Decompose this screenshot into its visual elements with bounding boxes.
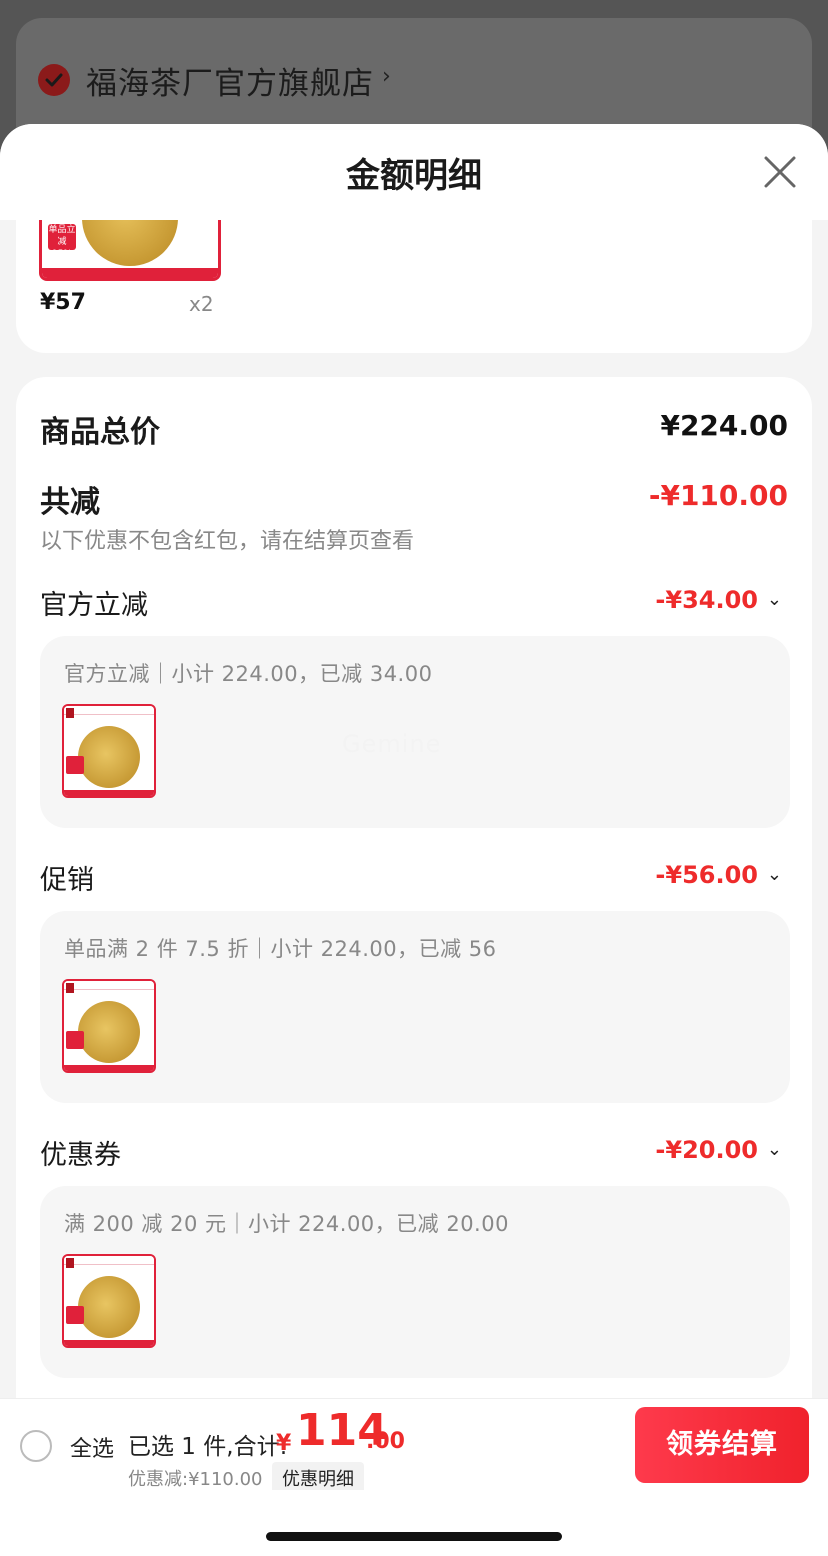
section-amount-coupon: -¥20.00	[655, 1136, 758, 1164]
product-thumbnail[interactable]	[62, 1254, 156, 1348]
check-icon	[38, 64, 70, 96]
reduce-label: 共减	[40, 485, 100, 520]
select-all-radio[interactable]	[20, 1430, 52, 1462]
discount-note: 以下优惠不包含红包，请在结算页查看	[40, 529, 415, 554]
watermark: Gemine	[342, 730, 442, 758]
chevron-down-icon[interactable]: ⌄	[767, 864, 782, 885]
total-label: 商品总价	[40, 415, 160, 450]
amount-detail-sheet: 金额明细 单品立减 15% ¥57 x2 商品总价 ¥224.00 共减 -¥1…	[0, 124, 828, 1556]
section-detail-official: 官方立减｜小计 224.00，已减 34.00	[64, 662, 433, 686]
home-indicator[interactable]	[266, 1532, 562, 1541]
reduce-amount: -¥110.00	[648, 479, 788, 512]
product-image[interactable]: 单品立减 15%	[39, 220, 221, 281]
section-amount-official: -¥34.00	[655, 586, 758, 614]
section-label-promotion: 促销	[40, 865, 94, 896]
product-card: 单品立减 15% ¥57 x2	[16, 220, 812, 353]
section-amount-promotion: -¥56.00	[655, 861, 758, 889]
sheet-header: 金额明细	[0, 124, 828, 220]
product-thumbnail[interactable]	[62, 979, 156, 1073]
discount-badge: 单品立减 15%	[48, 224, 76, 259]
sheet-title: 金额明细	[346, 156, 482, 196]
section-label-coupon: 优惠券	[40, 1140, 121, 1171]
product-quantity: x2	[189, 292, 214, 316]
selected-summary: 已选 1 件,合计:	[128, 1434, 288, 1460]
chevron-right-icon: ›	[382, 64, 391, 89]
discount-summary: 优惠减:¥110.00	[128, 1469, 263, 1490]
chevron-down-icon[interactable]: ⌄	[767, 1139, 782, 1160]
section-detail-coupon: 满 200 减 20 元｜小计 224.00，已减 20.00	[64, 1212, 509, 1236]
section-box-coupon: 满 200 减 20 元｜小计 224.00，已减 20.00	[40, 1186, 790, 1378]
store-name[interactable]: 福海茶厂官方旗舰店	[86, 58, 374, 103]
close-icon[interactable]	[760, 152, 800, 192]
home-area	[0, 1490, 828, 1556]
total-currency: ¥	[276, 1431, 292, 1456]
section-box-promotion: 单品满 2 件 7.5 折｜小计 224.00，已减 56	[40, 911, 790, 1103]
detail-card: 商品总价 ¥224.00 共减 -¥110.00 以下优惠不包含红包，请在结算页…	[16, 377, 812, 1417]
total-amount: ¥224.00	[660, 409, 788, 442]
section-label-official: 官方立减	[40, 590, 148, 621]
checkout-button[interactable]: 领券结算	[635, 1407, 809, 1483]
total-decimal: .00	[366, 1429, 405, 1454]
product-thumbnail[interactable]	[62, 704, 156, 798]
checkout-bar: 全选 已选 1 件,合计: ¥ 114 .00 优惠减:¥110.00 优惠明细…	[0, 1398, 828, 1494]
select-all-label[interactable]: 全选	[70, 1431, 114, 1463]
chevron-down-icon[interactable]: ⌄	[767, 589, 782, 610]
section-detail-promotion: 单品满 2 件 7.5 折｜小计 224.00，已减 56	[64, 937, 497, 961]
product-price: ¥57	[40, 290, 86, 315]
